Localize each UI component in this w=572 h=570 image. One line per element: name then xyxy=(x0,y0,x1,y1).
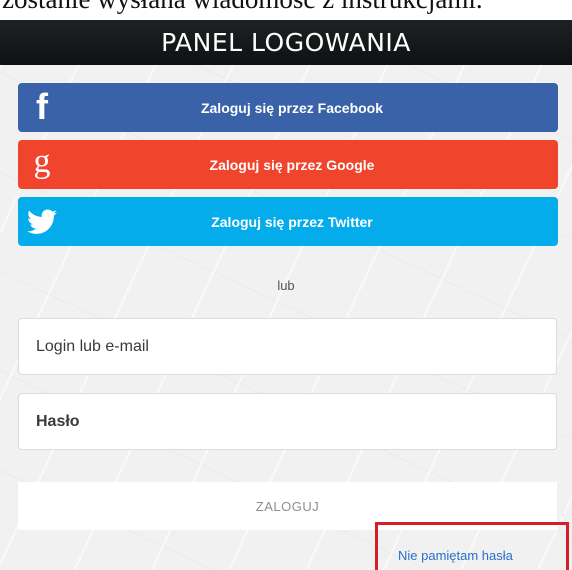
top-text-fragment: zostanie wysłana wiadomość z instrukcjam… xyxy=(0,0,572,22)
or-divider: lub xyxy=(277,278,295,293)
top-text: zostanie wysłana wiadomość z instrukcjam… xyxy=(2,0,483,15)
forgot-password-link[interactable]: Nie pamiętam hasła xyxy=(398,548,513,563)
password-input[interactable] xyxy=(18,393,557,450)
google-login-button[interactable]: g Zaloguj się przez Google xyxy=(18,140,558,189)
facebook-login-button[interactable]: f Zaloguj się przez Facebook xyxy=(18,83,558,132)
panel-title: PANEL LOGOWANIA xyxy=(161,28,411,57)
google-login-label: Zaloguj się przez Google xyxy=(209,156,375,173)
login-input[interactable] xyxy=(18,318,557,375)
facebook-icon: f xyxy=(36,85,48,127)
panel-header: PANEL LOGOWANIA xyxy=(0,20,572,65)
facebook-login-label: Zaloguj się przez Facebook xyxy=(200,99,384,116)
twitter-login-button[interactable]: Zaloguj się przez Twitter xyxy=(18,197,558,246)
google-icon: g xyxy=(33,142,51,180)
twitter-icon xyxy=(18,197,66,246)
twitter-login-label: Zaloguj się przez Twitter xyxy=(211,213,373,230)
